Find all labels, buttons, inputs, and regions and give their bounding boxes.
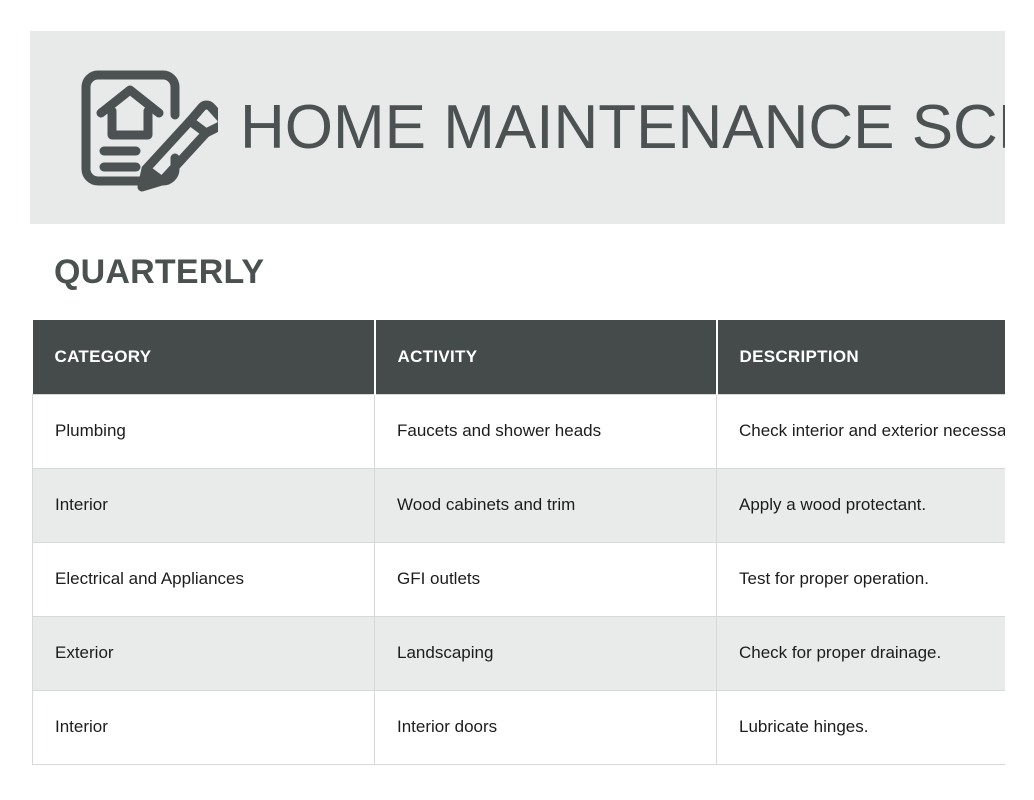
table-row: Exterior Landscaping Check for proper dr…: [32, 616, 1005, 691]
home-document-pencil-icon: [81, 70, 218, 191]
cell-activity: Interior doors: [374, 690, 717, 765]
table-row: Interior Wood cabinets and trim Apply a …: [32, 468, 1005, 543]
cell-category: Exterior: [32, 616, 375, 691]
cell-category: Electrical and Appliances: [32, 542, 375, 617]
cell-activity: Wood cabinets and trim: [374, 468, 717, 543]
schedule-table-container: CATEGORY ACTIVITY DESCRIPTION Plumbing F…: [32, 320, 1005, 765]
cell-description: Test for proper operation.: [716, 542, 1005, 617]
table-row: Interior Interior doors Lubricate hinges…: [32, 690, 1005, 765]
cell-activity: Landscaping: [374, 616, 717, 691]
cell-description: Lubricate hinges.: [716, 690, 1005, 765]
table-header-row: CATEGORY ACTIVITY DESCRIPTION: [32, 320, 1005, 394]
cell-category: Interior: [32, 468, 375, 543]
column-header-description: DESCRIPTION: [716, 320, 1005, 394]
section-heading: QUARTERLY: [54, 253, 265, 291]
column-header-category: CATEGORY: [32, 320, 376, 394]
header-banner: HOME MAINTENANCE SCH: [30, 31, 1005, 224]
cell-description: Check for proper drainage.: [716, 616, 1005, 691]
cell-category: Plumbing: [32, 393, 375, 469]
cell-category: Interior: [32, 690, 375, 765]
document-page: HOME MAINTENANCE SCH QUARTERLY CATEGORY …: [0, 0, 1034, 800]
cell-description: Apply a wood protectant.: [716, 468, 1005, 543]
cell-activity: GFI outlets: [374, 542, 717, 617]
document-title: HOME MAINTENANCE SCH: [240, 92, 1005, 162]
table-header: CATEGORY ACTIVITY DESCRIPTION: [32, 320, 1005, 394]
table-row: Plumbing Faucets and shower heads Check …: [32, 393, 1005, 469]
column-header-activity: ACTIVITY: [374, 320, 718, 394]
cell-description: Check interior and exterior necessary.: [716, 393, 1005, 469]
schedule-table: CATEGORY ACTIVITY DESCRIPTION Plumbing F…: [32, 320, 1005, 765]
cell-activity: Faucets and shower heads: [374, 393, 717, 469]
table-body: Plumbing Faucets and shower heads Check …: [32, 393, 1005, 765]
table-row: Electrical and Appliances GFI outlets Te…: [32, 542, 1005, 617]
